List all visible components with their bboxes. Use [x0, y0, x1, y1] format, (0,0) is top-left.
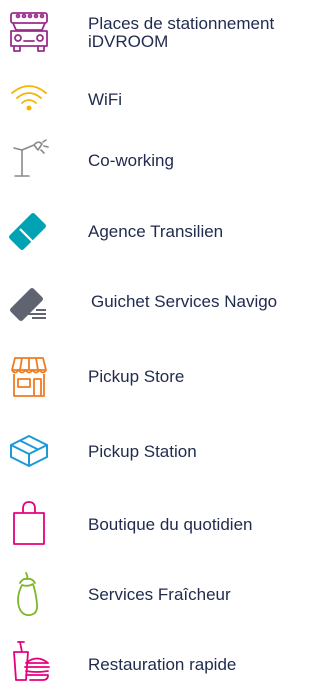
desk-lamp-icon — [6, 136, 52, 182]
service-item-label: Pickup Store — [88, 367, 185, 386]
service-item-coworking[interactable]: Co-working — [0, 136, 331, 182]
service-item-label-line2: iDVROOM — [88, 32, 169, 51]
car-icon — [6, 10, 52, 56]
wifi-icon — [6, 77, 52, 123]
service-item-parking[interactable]: Places de stationnement iDVROOM — [0, 8, 331, 64]
service-item-pickup-store[interactable]: Pickup Store — [0, 354, 331, 400]
service-item-label: Boutique du quotidien — [88, 515, 253, 534]
services-list: Places de stationnement iDVROOM WiFi Co-… — [0, 0, 331, 687]
ticket-icon — [6, 207, 52, 253]
service-item-transilien[interactable]: Agence Transilien — [0, 207, 331, 253]
service-item-fraicheur[interactable]: Services Fraîcheur — [0, 571, 331, 617]
service-item-wifi[interactable]: WiFi — [0, 77, 331, 123]
navigo-card-icon — [6, 280, 52, 326]
service-item-label: Services Fraîcheur — [88, 585, 231, 604]
fast-food-icon — [6, 640, 52, 686]
service-item-restauration[interactable]: Restauration rapide — [0, 640, 331, 686]
service-item-pickup-station[interactable]: Pickup Station — [0, 428, 331, 474]
service-item-label: WiFi — [88, 90, 122, 109]
service-item-label: Guichet Services Navigo — [91, 292, 278, 311]
parcel-box-icon — [6, 428, 52, 474]
service-item-label: Pickup Station — [88, 442, 197, 461]
service-item-label: Places de stationnement — [88, 14, 275, 33]
service-item-boutique[interactable]: Boutique du quotidien — [0, 500, 331, 546]
service-item-navigo[interactable]: Guichet Services Navigo — [0, 280, 331, 326]
eggplant-icon — [6, 571, 52, 617]
shopping-bag-icon — [6, 500, 52, 546]
service-item-label: Co-working — [88, 151, 174, 170]
shop-icon — [6, 354, 52, 400]
service-item-label: Agence Transilien — [88, 222, 224, 241]
service-item-label: Restauration rapide — [88, 655, 237, 674]
